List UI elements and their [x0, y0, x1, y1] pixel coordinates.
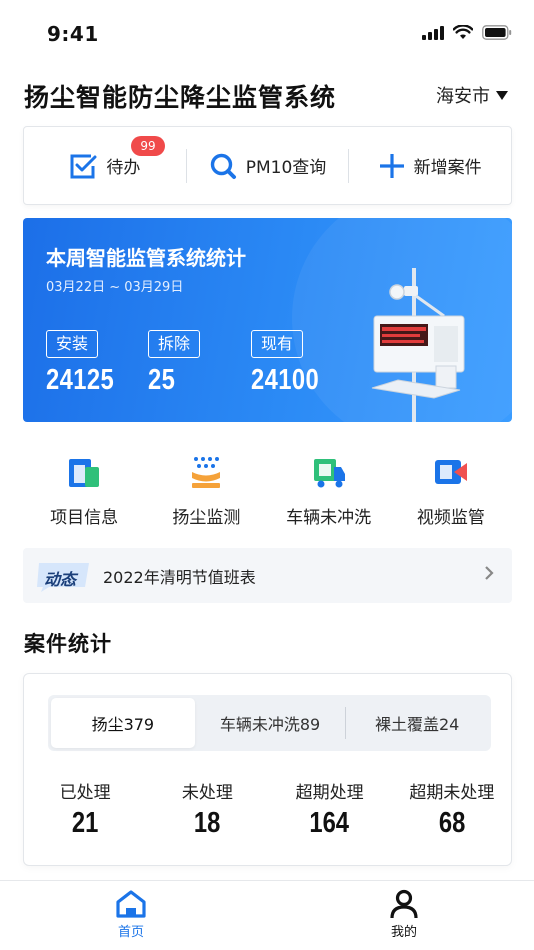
menu-video-monitor-label: 视频监管	[416, 508, 485, 528]
checkbox-icon	[70, 154, 97, 178]
case-stats-card: 扬尘379 车辆未冲洗89 裸土覆盖24 已处理 21 未处理 18 超期处理 …	[23, 673, 512, 866]
count-overdue-processed-value: 164	[309, 807, 350, 839]
search-icon	[210, 153, 236, 179]
bottom-tab-bar: 首页 我的	[0, 880, 534, 950]
news-bar[interactable]: 动态 2022年清明节值班表	[23, 548, 512, 603]
todo-button[interactable]: 待办 99	[24, 135, 186, 183]
plus-icon	[379, 153, 404, 178]
stat-removed: 拆除 25	[148, 330, 201, 397]
stat-current: 现有 24100	[251, 330, 334, 397]
todo-label: 待办	[106, 158, 141, 178]
count-processed-label: 已处理	[59, 783, 111, 803]
menu-dust-monitor[interactable]: 扬尘监测	[145, 453, 267, 533]
tab-bare-soil-cover[interactable]: 裸土覆盖24	[346, 698, 488, 748]
stat-removed-value: 25	[148, 364, 176, 396]
count-overdue-unprocessed-value: 68	[438, 807, 466, 839]
menu-video-monitor[interactable]: 视频监管	[390, 453, 512, 533]
count-unprocessed-label: 未处理	[181, 783, 233, 803]
stat-installed-value: 24125	[46, 364, 115, 396]
menu-dust-monitor-label: 扬尘监测	[172, 508, 241, 528]
count-overdue-processed-label: 超期处理	[295, 783, 364, 803]
tab-home[interactable]: 首页	[101, 889, 161, 940]
case-counts: 已处理 21 未处理 18 超期处理 164 超期未处理 68	[24, 778, 513, 840]
project-info-icon	[69, 459, 100, 487]
count-processed-value: 21	[71, 807, 99, 839]
todo-badge: 99	[131, 135, 165, 156]
count-unprocessed[interactable]: 未处理 18	[146, 778, 268, 840]
banner-title: 本周智能监管系统统计	[46, 246, 246, 270]
home-icon	[116, 890, 146, 918]
menu-vehicle-unwashed-label: 车辆未冲洗	[286, 508, 372, 528]
banner-date-range: 03月22日 ~ 03月29日	[46, 280, 184, 295]
city-selector[interactable]: 海安市	[436, 82, 508, 108]
stat-current-value: 24100	[251, 364, 320, 396]
count-overdue-unprocessed[interactable]: 超期未处理 68	[391, 778, 513, 840]
video-monitor-icon	[434, 460, 467, 484]
case-type-tabs: 扬尘379 车辆未冲洗89 裸土覆盖24	[48, 695, 491, 751]
wifi-icon	[453, 25, 473, 39]
news-text: 2022年清明节值班表	[103, 567, 256, 587]
case-stats-title: 案件统计	[24, 632, 112, 656]
count-overdue-unprocessed-label: 超期未处理	[409, 783, 495, 803]
caret-down-icon	[496, 90, 508, 100]
status-time: 9:41	[47, 22, 99, 46]
status-bar: 9:41	[0, 0, 534, 66]
battery-icon	[482, 25, 512, 40]
dust-monitor-icon	[192, 457, 221, 488]
tab-mine-label: 我的	[390, 925, 417, 940]
quick-actions-card: 待办 99 PM10查询 新增案件	[23, 126, 512, 205]
cellular-signal-icon	[422, 25, 444, 40]
chevron-right-icon	[485, 566, 494, 580]
news-tag: 动态	[35, 561, 91, 592]
news-tag-label: 动态	[44, 569, 77, 589]
count-overdue-processed[interactable]: 超期处理 164	[269, 778, 391, 840]
count-unprocessed-value: 18	[194, 807, 221, 839]
tab-dust[interactable]: 扬尘379	[51, 698, 195, 748]
tab-mine[interactable]: 我的	[374, 889, 434, 940]
dust-monitor-device-illustration	[371, 268, 465, 422]
status-icons	[422, 25, 512, 40]
stat-installed-label: 安装	[46, 330, 99, 358]
pm10-query-button[interactable]: PM10查询	[185, 148, 349, 183]
function-menu: 项目信息 扬尘监测 车辆未冲洗 视频监管	[23, 453, 512, 533]
stat-installed: 安装 24125	[46, 330, 129, 397]
menu-project-info-label: 项目信息	[50, 508, 119, 528]
user-icon	[390, 889, 418, 919]
city-label: 海安市	[436, 86, 490, 107]
stat-removed-label: 拆除	[148, 330, 201, 358]
tab-home-label: 首页	[117, 925, 144, 940]
weekly-stats-banner[interactable]: 本周智能监管系统统计 03月22日 ~ 03月29日 安装 24125 拆除 2…	[23, 218, 512, 422]
stat-current-label: 现有	[251, 330, 304, 358]
count-processed[interactable]: 已处理 21	[24, 778, 146, 840]
menu-vehicle-unwashed[interactable]: 车辆未冲洗	[268, 453, 390, 533]
app-header: 扬尘智能防尘降尘监管系统 海安市	[24, 78, 512, 114]
add-case-button[interactable]: 新增案件	[348, 148, 511, 183]
vehicle-unwashed-icon	[313, 459, 345, 488]
app-title: 扬尘智能防尘降尘监管系统	[24, 83, 337, 112]
add-case-label: 新增案件	[413, 158, 482, 178]
tab-vehicle-unwashed[interactable]: 车辆未冲洗89	[195, 698, 346, 748]
pm10-query-label: PM10查询	[245, 158, 327, 178]
menu-project-info[interactable]: 项目信息	[23, 453, 145, 533]
